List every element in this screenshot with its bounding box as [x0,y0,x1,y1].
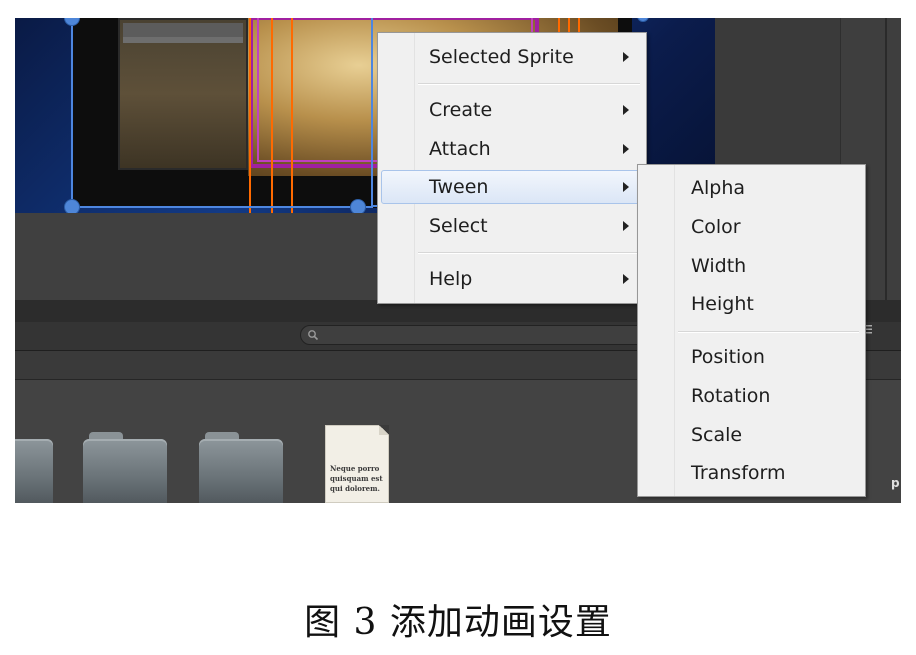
menu-item-label: Alpha [691,177,746,199]
document-icon[interactable]: Neque porro quisquam est qui dolorem. [325,425,389,503]
submenu-item-scale[interactable]: Scale [641,418,862,452]
submenu-item-position[interactable]: Position [641,340,862,374]
menu-item-label: Selected Sprite [429,46,574,68]
clipped-label: p [891,476,900,490]
menu-item-select[interactable]: Select [381,209,643,243]
submenu-arrow-icon [623,221,629,231]
menu-item-label: Transform [691,462,786,484]
doc-text-line: Neque porro [330,464,380,473]
submenu-arrow-icon [623,144,629,154]
submenu-item-rotation[interactable]: Rotation [641,379,862,413]
menu-item-attach[interactable]: Attach [381,132,643,166]
submenu-item-width[interactable]: Width [641,249,862,283]
submenu-item-color[interactable]: Color [641,210,862,244]
doc-text-line: quisquam est [330,474,383,483]
menu-item-label: Scale [691,424,743,446]
menu-item-label: Position [691,346,765,368]
context-menu: Selected Sprite Create Attach Tween Sele… [377,32,647,304]
submenu-item-height[interactable]: Height [641,287,862,321]
submenu-item-alpha[interactable]: Alpha [641,171,862,205]
tween-submenu: Alpha Color Width Height Position Rotati… [637,164,866,497]
menu-item-selected-sprite[interactable]: Selected Sprite [381,40,643,74]
menu-item-label: Tween [429,176,489,198]
doc-text-line: qui dolorem. [330,484,380,493]
menu-separator [418,252,640,254]
menu-item-create[interactable]: Create [381,93,643,127]
menu-item-label: Help [429,268,473,290]
menu-item-label: Attach [429,138,491,160]
submenu-arrow-icon [623,52,629,62]
menu-separator [678,331,859,333]
menu-item-label: Width [691,255,747,277]
menu-item-label: Color [691,216,741,238]
selection-box [71,18,373,208]
menu-item-label: Create [429,99,493,121]
search-icon [308,330,319,341]
panel-divider[interactable] [885,18,887,300]
submenu-arrow-icon [623,274,629,284]
submenu-item-transform[interactable]: Transform [641,456,862,490]
menu-item-help[interactable]: Help [381,262,643,296]
search-input[interactable] [300,325,680,345]
menu-separator [418,83,640,85]
menu-item-tween[interactable]: Tween [381,170,643,204]
menu-item-label: Height [691,293,754,315]
page-fold [379,425,389,435]
menu-item-label: Select [429,215,488,237]
menu-item-label: Rotation [691,385,771,407]
submenu-arrow-icon [623,105,629,115]
submenu-arrow-icon [623,182,629,192]
figure-caption: 图 3 添加动画设置 [304,602,612,643]
